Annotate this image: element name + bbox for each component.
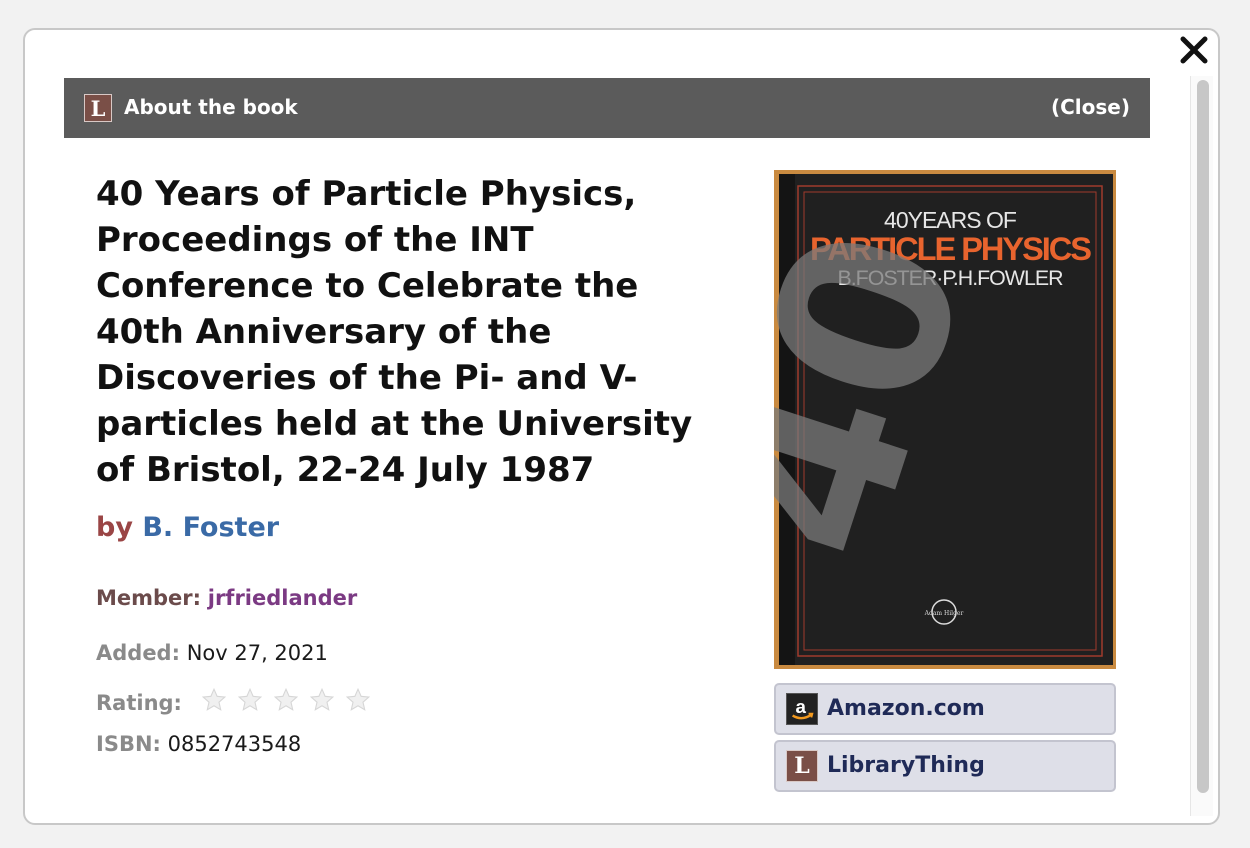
librarything-button[interactable]: L LibraryThing: [774, 740, 1116, 792]
rating-stars[interactable]: [201, 687, 381, 718]
dialog-header: L About the book (Close): [64, 78, 1150, 138]
isbn-label: ISBN:: [96, 732, 161, 756]
amazon-label: Amazon.com: [827, 696, 985, 721]
by-label: by: [96, 512, 133, 543]
librarything-icon: L: [786, 750, 818, 782]
added-label: Added:: [96, 641, 180, 665]
star-icon[interactable]: [309, 687, 335, 713]
member-link[interactable]: jrfriedlander: [208, 586, 357, 610]
scrollbar-thumb[interactable]: [1197, 80, 1209, 793]
added-date: Nov 27, 2021: [186, 641, 328, 665]
star-icon[interactable]: [201, 687, 227, 713]
isbn-row: ISBN: 0852743548: [96, 732, 301, 756]
rating-label: Rating:: [96, 691, 182, 715]
author-link[interactable]: B. Foster: [142, 512, 279, 543]
byline: by B. Foster: [96, 512, 279, 543]
cover-publisher-mark: Adam Hilger: [924, 610, 964, 617]
book-cover-image[interactable]: 40YEARS OF PARTICLE PHYSICS B.FOSTER·P.H…: [774, 170, 1116, 669]
star-icon[interactable]: [273, 687, 299, 713]
member-row: Member: jrfriedlander: [96, 586, 357, 610]
cover-line1: 40YEARS OF: [884, 207, 1017, 233]
star-icon[interactable]: [345, 687, 371, 713]
librarything-label: LibraryThing: [827, 753, 985, 778]
star-icon[interactable]: [237, 687, 263, 713]
member-label: Member:: [96, 586, 202, 610]
svg-text:a: a: [795, 696, 806, 717]
close-icon[interactable]: [1178, 34, 1210, 66]
close-link[interactable]: (Close): [1051, 95, 1130, 119]
rating-row: Rating:: [96, 687, 381, 718]
isbn-value: 0852743548: [167, 732, 302, 756]
dialog-title: About the book: [124, 95, 298, 119]
book-title: 40 Years of Particle Physics, Proceeding…: [96, 174, 693, 490]
added-row: Added: Nov 27, 2021: [96, 641, 328, 665]
amazon-button[interactable]: a Amazon.com: [774, 683, 1116, 735]
scrollbar[interactable]: [1190, 76, 1213, 816]
librarything-logo-icon: L: [84, 94, 112, 122]
amazon-icon: a: [786, 693, 818, 725]
